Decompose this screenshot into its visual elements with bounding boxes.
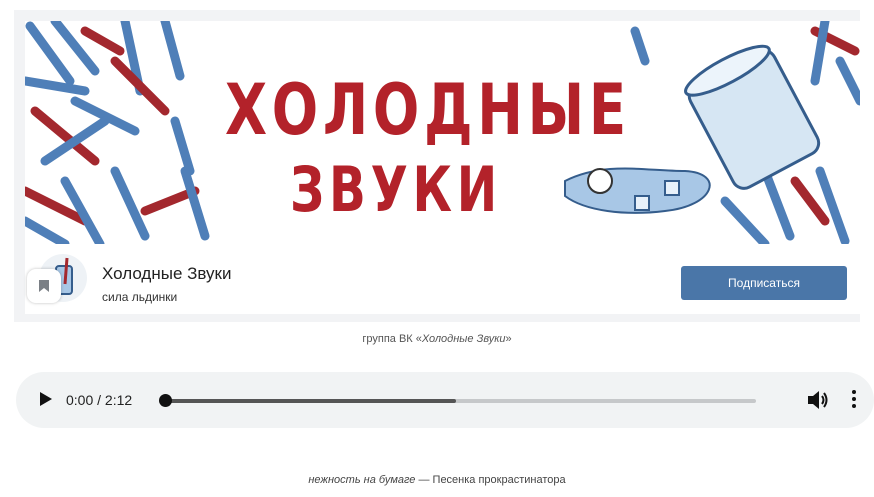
image-caption: группа ВК «Холодные Звуки» (0, 333, 874, 345)
group-cover-image: ХОЛОДНЫЕ ЗВУКИ (25, 21, 860, 244)
audio-player: 0:00 / 2:12 (16, 372, 874, 428)
subscribe-button[interactable]: Подписаться (681, 266, 847, 300)
cover-title-line2: ЗВУКИ (290, 153, 502, 226)
caption-suffix: » (505, 333, 512, 345)
group-name[interactable]: Холодные Звуки (102, 264, 231, 284)
caption-title: Холодные Звуки (421, 333, 506, 345)
time-display: 0:00 / 2:12 (66, 392, 133, 408)
bookmark-button[interactable] (27, 269, 61, 303)
group-status: сила льдинки (102, 290, 178, 304)
cover-title-line1: ХОЛОДНЫЕ (225, 69, 631, 151)
volume-icon[interactable] (806, 389, 830, 411)
play-icon[interactable] (40, 392, 52, 406)
audio-caption-title: нежность на бумаге (308, 474, 416, 486)
seek-thumb[interactable] (159, 394, 172, 407)
more-vert-icon[interactable] (849, 388, 859, 412)
bookmark-icon (39, 280, 49, 292)
caption-prefix: группа ВК « (362, 333, 422, 345)
group-profile-row: Холодные Звуки сила льдинки Подписаться (25, 244, 860, 314)
audio-caption: нежность на бумаге — Песенка прокрастина… (0, 474, 874, 486)
seek-bar[interactable] (167, 399, 756, 403)
audio-caption-rest: — Песенка прокрастинатора (415, 474, 566, 486)
group-card: ХОЛОДНЫЕ ЗВУКИ Холодные Звуки сила льдин… (14, 10, 860, 322)
seek-bar-buffered (167, 399, 456, 403)
